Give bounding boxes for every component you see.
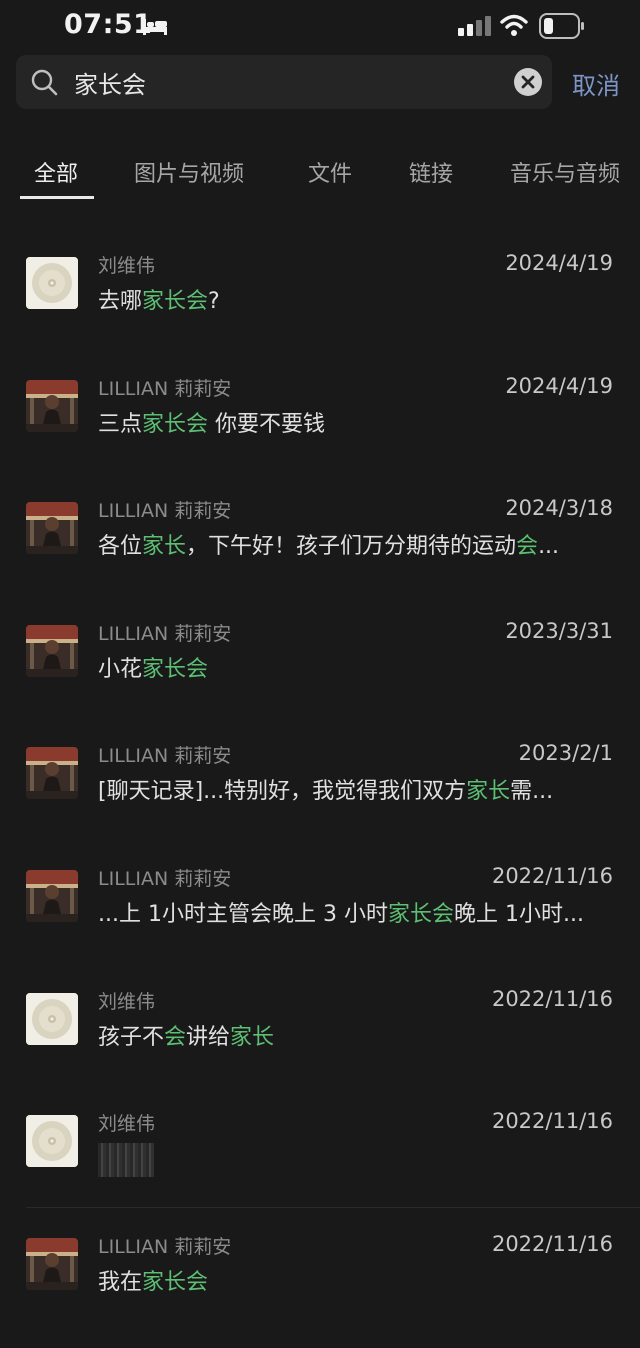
sender-name: LILLIAN 莉莉安: [98, 1236, 232, 1258]
message-snippet: 各位家长，下午好！孩子们万分期待的运动会...: [98, 528, 614, 560]
tab-all[interactable]: 全部: [34, 156, 78, 188]
sender-name: 刘维伟: [98, 255, 156, 277]
keyword-highlight: 会: [164, 1025, 187, 1050]
status-time: 07:51: [64, 9, 153, 40]
filter-tabs: 全部 图片与视频 文件 链接 音乐与音频: [0, 150, 640, 200]
avatar: [26, 502, 78, 554]
battery-icon: [539, 13, 585, 43]
message-date: 2022/11/16: [491, 987, 613, 1011]
search-icon: [30, 68, 58, 100]
sender-name: LILLIAN 莉莉安: [98, 500, 232, 522]
tab-files[interactable]: 文件: [308, 156, 352, 188]
keyword-highlight: 家长会: [142, 289, 209, 314]
snippet-text: 晚上 1小时...: [453, 902, 584, 927]
keyword-highlight: 家长会: [142, 657, 209, 682]
snippet-text: 孩子不: [98, 1025, 165, 1050]
message-date: 2022/11/16: [491, 1109, 613, 1133]
snippet-text: 去哪: [98, 289, 143, 314]
search-result-item[interactable]: LILLIAN 莉莉安 2022/11/16 ...上 1小时主管会晚上 3 小时家…: [0, 864, 640, 980]
snippet-text: ?: [208, 289, 220, 314]
snippet-text: 各位: [98, 534, 143, 559]
message-snippet: ...上 1小时主管会晚上 3 小时家长会晚上 1小时...: [98, 896, 614, 928]
message-snippet: 去哪家长会?: [98, 283, 614, 315]
message-date: 2024/4/19: [505, 251, 613, 275]
message-date: 2022/11/16: [491, 864, 613, 888]
message-snippet: 我在家长会: [98, 1264, 614, 1296]
snippet-text: [聊天记录]...特别好，我觉得我们双方: [98, 779, 467, 804]
message-date: 2024/4/19: [505, 374, 613, 398]
search-result-item[interactable]: 刘维伟 2022/11/16: [0, 1109, 640, 1225]
avatar: [26, 1115, 78, 1167]
snippet-text: ...: [538, 534, 560, 559]
keyword-highlight: 家长会: [142, 412, 209, 437]
keyword-highlight: 会: [516, 534, 539, 559]
signal-icon: [458, 15, 492, 41]
sender-name: 刘维伟: [98, 1113, 156, 1135]
message-snippet: [聊天记录]...特别好，我觉得我们双方家长需...: [98, 773, 614, 805]
sender-name: LILLIAN 莉莉安: [98, 378, 232, 400]
tab-links[interactable]: 链接: [409, 156, 453, 188]
sender-name: 刘维伟: [98, 991, 156, 1013]
search-result-item[interactable]: LILLIAN 莉莉安 2024/4/19 三点家长会 你要不要钱: [0, 374, 640, 490]
snippet-text: ...上 1小时主管会晚上 3 小时: [98, 902, 388, 927]
keyword-highlight: 家长会: [142, 1270, 209, 1295]
snippet-text: 小花: [98, 657, 143, 682]
snippet-text: 我在: [98, 1270, 143, 1295]
keyword-highlight: 家长: [466, 779, 511, 804]
search-input[interactable]: [74, 65, 494, 99]
tab-music-audio[interactable]: 音乐与音频: [510, 156, 620, 188]
snippet-text: ，下午好！孩子们万分期待的运动: [186, 534, 517, 559]
snippet-text: 三点: [98, 412, 143, 437]
avatar: [26, 1238, 78, 1290]
status-bar: 07:51: [0, 0, 640, 52]
sender-name: LILLIAN 莉莉安: [98, 623, 232, 645]
sender-name: LILLIAN 莉莉安: [98, 868, 232, 890]
snippet-text: 讲给: [186, 1025, 231, 1050]
search-result-item[interactable]: LILLIAN 莉莉安 2023/2/1 [聊天记录]...特别好，我觉得我们双方家…: [0, 741, 640, 857]
avatar: [26, 380, 78, 432]
snippet-text: 需...: [510, 779, 554, 804]
keyword-highlight: 家长: [142, 534, 187, 559]
cancel-button[interactable]: 取消: [572, 66, 620, 101]
avatar: [26, 870, 78, 922]
keyword-highlight: 家长: [230, 1025, 275, 1050]
message-date: 2024/3/18: [505, 496, 613, 520]
clear-search-icon[interactable]: [514, 68, 542, 96]
message-snippet: 三点家长会 你要不要钱: [98, 406, 614, 438]
message-date: 2023/3/31: [505, 619, 613, 643]
search-result-item[interactable]: LILLIAN 莉莉安 2022/11/16 我在家长会: [0, 1232, 640, 1348]
avatar: [26, 625, 78, 677]
search-bar: [16, 55, 552, 109]
bed-icon: [142, 16, 168, 40]
search-result-item[interactable]: 刘维伟 2022/11/16 孩子不会讲给家长: [0, 987, 640, 1103]
search-result-item[interactable]: LILLIAN 莉莉安 2023/3/31 小花家长会: [0, 619, 640, 735]
avatar: [26, 993, 78, 1045]
snippet-text: 你要不要钱: [208, 412, 326, 437]
avatar: [26, 257, 78, 309]
list-divider: [26, 1207, 640, 1208]
message-snippet: 小花家长会: [98, 651, 614, 683]
active-tab-indicator: [20, 196, 94, 199]
avatar: [26, 747, 78, 799]
search-result-item[interactable]: LILLIAN 莉莉安 2024/3/18 各位家长，下午好！孩子们万分期待的运动会…: [0, 496, 640, 612]
message-date: 2022/11/16: [491, 1232, 613, 1256]
sender-name: LILLIAN 莉莉安: [98, 745, 232, 767]
redacted-snippet: [98, 1143, 154, 1177]
message-snippet: 孩子不会讲给家长: [98, 1019, 614, 1051]
search-result-item[interactable]: 刘维伟 2024/4/19 去哪家长会?: [0, 251, 640, 367]
tab-images-videos[interactable]: 图片与视频: [134, 156, 244, 188]
keyword-highlight: 家长会: [387, 902, 454, 927]
wifi-icon: [500, 13, 528, 41]
message-date: 2023/2/1: [518, 741, 613, 765]
